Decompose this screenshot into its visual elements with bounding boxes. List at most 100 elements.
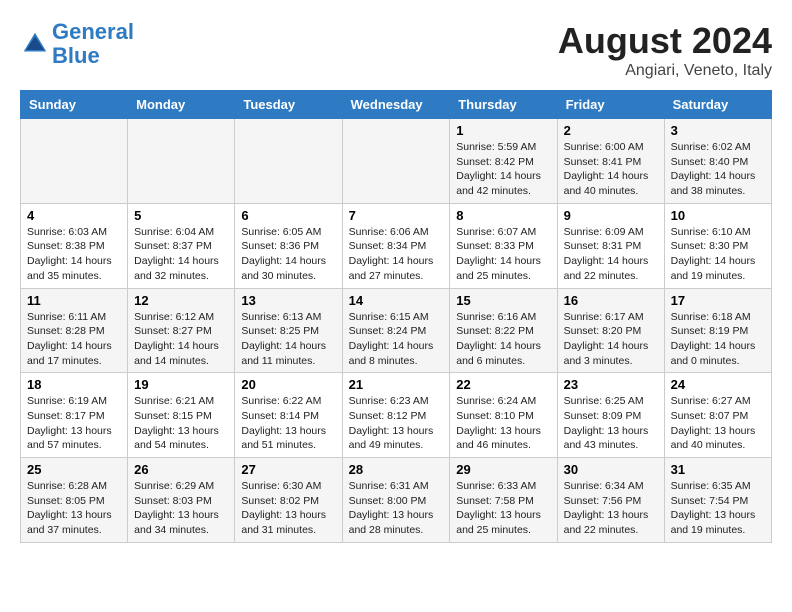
logo-text: General Blue — [52, 20, 134, 68]
calendar-table: SundayMondayTuesdayWednesdayThursdayFrid… — [20, 90, 772, 543]
calendar-cell: 11Sunrise: 6:11 AM Sunset: 8:28 PM Dayli… — [21, 288, 128, 373]
column-header-thursday: Thursday — [450, 91, 557, 119]
calendar-cell: 10 Sunrise: 6:10 AM Sunset: 8:30 PM Dayli… — [664, 203, 771, 288]
day-info: Sunrise: 6:17 AM Sunset: 8:20 PM Dayligh… — [564, 310, 658, 369]
day-number: 31 — [671, 462, 765, 477]
day-number: 16 — [564, 293, 658, 308]
day-info: Sunrise: 6:35 AM Sunset: 7:54 PM Dayligh… — [671, 479, 765, 538]
calendar-cell: 12 Sunrise: 6:12 AM Sunset: 8:27 PM Dayli… — [128, 288, 235, 373]
day-info: Sunrise: 6:34 AM Sunset: 7:56 PM Dayligh… — [564, 479, 658, 538]
calendar-week-4: 18Sunrise: 6:19 AM Sunset: 8:17 PM Dayli… — [21, 373, 772, 458]
column-header-wednesday: Wednesday — [342, 91, 450, 119]
day-number: 23 — [564, 377, 658, 392]
day-number: 2 — [564, 123, 658, 138]
day-number: 25 — [27, 462, 121, 477]
calendar-week-2: 4 Sunrise: 6:03 AM Sunset: 8:38 PM Daylig… — [21, 203, 772, 288]
column-header-friday: Friday — [557, 91, 664, 119]
calendar-cell: 20 Sunrise: 6:22 AM Sunset: 8:14 PM Dayli… — [235, 373, 342, 458]
day-number: 9 — [564, 208, 658, 223]
day-info: Sunrise: 6:25 AM Sunset: 8:09 PM Dayligh… — [564, 394, 658, 453]
calendar-week-1: 1Sunrise: 5:59 AM Sunset: 8:42 PM Daylig… — [21, 119, 772, 204]
day-number: 12 — [134, 293, 228, 308]
calendar-cell: 7 Sunrise: 6:06 AM Sunset: 8:34 PM Daylig… — [342, 203, 450, 288]
calendar-cell: 19Sunrise: 6:21 AM Sunset: 8:15 PM Dayli… — [128, 373, 235, 458]
column-header-monday: Monday — [128, 91, 235, 119]
calendar-cell: 9Sunrise: 6:09 AM Sunset: 8:31 PM Daylig… — [557, 203, 664, 288]
calendar-cell: 31 Sunrise: 6:35 AM Sunset: 7:54 PM Dayli… — [664, 458, 771, 543]
day-info: Sunrise: 6:22 AM Sunset: 8:14 PM Dayligh… — [241, 394, 335, 453]
calendar-cell — [235, 119, 342, 204]
day-info: Sunrise: 6:12 AM Sunset: 8:27 PM Dayligh… — [134, 310, 228, 369]
day-info: Sunrise: 6:13 AM Sunset: 8:25 PM Dayligh… — [241, 310, 335, 369]
day-info: Sunrise: 6:29 AM Sunset: 8:03 PM Dayligh… — [134, 479, 228, 538]
calendar-cell: 25 Sunrise: 6:28 AM Sunset: 8:05 PM Dayli… — [21, 458, 128, 543]
calendar-cell: 23 Sunrise: 6:25 AM Sunset: 8:09 PM Dayli… — [557, 373, 664, 458]
day-number: 13 — [241, 293, 335, 308]
day-info: Sunrise: 6:27 AM Sunset: 8:07 PM Dayligh… — [671, 394, 765, 453]
day-info: Sunrise: 6:16 AM Sunset: 8:22 PM Dayligh… — [456, 310, 550, 369]
calendar-cell: 5Sunrise: 6:04 AM Sunset: 8:37 PM Daylig… — [128, 203, 235, 288]
calendar-cell: 22 Sunrise: 6:24 AM Sunset: 8:10 PM Dayli… — [450, 373, 557, 458]
calendar-cell: 17Sunrise: 6:18 AM Sunset: 8:19 PM Dayli… — [664, 288, 771, 373]
calendar-cell: 15 Sunrise: 6:16 AM Sunset: 8:22 PM Dayli… — [450, 288, 557, 373]
calendar-cell: 18Sunrise: 6:19 AM Sunset: 8:17 PM Dayli… — [21, 373, 128, 458]
day-number: 26 — [134, 462, 228, 477]
day-info: Sunrise: 6:28 AM Sunset: 8:05 PM Dayligh… — [27, 479, 121, 538]
calendar-cell — [342, 119, 450, 204]
day-number: 15 — [456, 293, 550, 308]
day-info: Sunrise: 6:02 AM Sunset: 8:40 PM Dayligh… — [671, 140, 765, 199]
calendar-cell: 2 Sunrise: 6:00 AM Sunset: 8:41 PM Daylig… — [557, 119, 664, 204]
calendar-cell: 13 Sunrise: 6:13 AM Sunset: 8:25 PM Dayli… — [235, 288, 342, 373]
calendar-cell: 16 Sunrise: 6:17 AM Sunset: 8:20 PM Dayli… — [557, 288, 664, 373]
calendar-cell: 4 Sunrise: 6:03 AM Sunset: 8:38 PM Daylig… — [21, 203, 128, 288]
calendar-cell: 30 Sunrise: 6:34 AM Sunset: 7:56 PM Dayli… — [557, 458, 664, 543]
day-info: Sunrise: 6:10 AM Sunset: 8:30 PM Dayligh… — [671, 225, 765, 284]
day-info: Sunrise: 6:24 AM Sunset: 8:10 PM Dayligh… — [456, 394, 550, 453]
day-number: 8 — [456, 208, 550, 223]
day-number: 19 — [134, 377, 228, 392]
calendar-cell: 6Sunrise: 6:05 AM Sunset: 8:36 PM Daylig… — [235, 203, 342, 288]
day-number: 10 — [671, 208, 765, 223]
title-block: August 2024 Angiari, Veneto, Italy — [558, 20, 772, 80]
day-number: 1 — [456, 123, 550, 138]
day-info: Sunrise: 6:23 AM Sunset: 8:12 PM Dayligh… — [349, 394, 444, 453]
calendar-week-3: 11Sunrise: 6:11 AM Sunset: 8:28 PM Dayli… — [21, 288, 772, 373]
day-info: Sunrise: 6:11 AM Sunset: 8:28 PM Dayligh… — [27, 310, 121, 369]
calendar-cell: 14Sunrise: 6:15 AM Sunset: 8:24 PM Dayli… — [342, 288, 450, 373]
day-info: Sunrise: 6:07 AM Sunset: 8:33 PM Dayligh… — [456, 225, 550, 284]
day-number: 24 — [671, 377, 765, 392]
calendar-cell: 29Sunrise: 6:33 AM Sunset: 7:58 PM Dayli… — [450, 458, 557, 543]
calendar-cell: 26 Sunrise: 6:29 AM Sunset: 8:03 PM Dayli… — [128, 458, 235, 543]
day-info: Sunrise: 6:03 AM Sunset: 8:38 PM Dayligh… — [27, 225, 121, 284]
month-year: August 2024 — [558, 20, 772, 62]
day-number: 21 — [349, 377, 444, 392]
calendar-cell: 1Sunrise: 5:59 AM Sunset: 8:42 PM Daylig… — [450, 119, 557, 204]
calendar-cell: 28 Sunrise: 6:31 AM Sunset: 8:00 PM Dayli… — [342, 458, 450, 543]
day-info: Sunrise: 6:30 AM Sunset: 8:02 PM Dayligh… — [241, 479, 335, 538]
calendar-cell: 8 Sunrise: 6:07 AM Sunset: 8:33 PM Daylig… — [450, 203, 557, 288]
day-info: Sunrise: 6:33 AM Sunset: 7:58 PM Dayligh… — [456, 479, 550, 538]
day-number: 30 — [564, 462, 658, 477]
column-header-sunday: Sunday — [21, 91, 128, 119]
day-number: 7 — [349, 208, 444, 223]
logo-icon — [20, 29, 50, 59]
calendar-cell: 24 Sunrise: 6:27 AM Sunset: 8:07 PM Dayli… — [664, 373, 771, 458]
calendar-header-row: SundayMondayTuesdayWednesdayThursdayFrid… — [21, 91, 772, 119]
day-info: Sunrise: 6:31 AM Sunset: 8:00 PM Dayligh… — [349, 479, 444, 538]
column-header-tuesday: Tuesday — [235, 91, 342, 119]
calendar-cell: 21 Sunrise: 6:23 AM Sunset: 8:12 PM Dayli… — [342, 373, 450, 458]
logo: General Blue — [20, 20, 134, 68]
day-number: 14 — [349, 293, 444, 308]
calendar-cell: 27 Sunrise: 6:30 AM Sunset: 8:02 PM Dayli… — [235, 458, 342, 543]
day-info: Sunrise: 6:00 AM Sunset: 8:41 PM Dayligh… — [564, 140, 658, 199]
day-number: 27 — [241, 462, 335, 477]
page-header: General Blue August 2024 Angiari, Veneto… — [20, 20, 772, 80]
day-number: 28 — [349, 462, 444, 477]
day-info: Sunrise: 6:06 AM Sunset: 8:34 PM Dayligh… — [349, 225, 444, 284]
day-number: 20 — [241, 377, 335, 392]
location: Angiari, Veneto, Italy — [558, 62, 772, 80]
day-number: 22 — [456, 377, 550, 392]
column-header-saturday: Saturday — [664, 91, 771, 119]
calendar-cell — [21, 119, 128, 204]
day-number: 4 — [27, 208, 121, 223]
